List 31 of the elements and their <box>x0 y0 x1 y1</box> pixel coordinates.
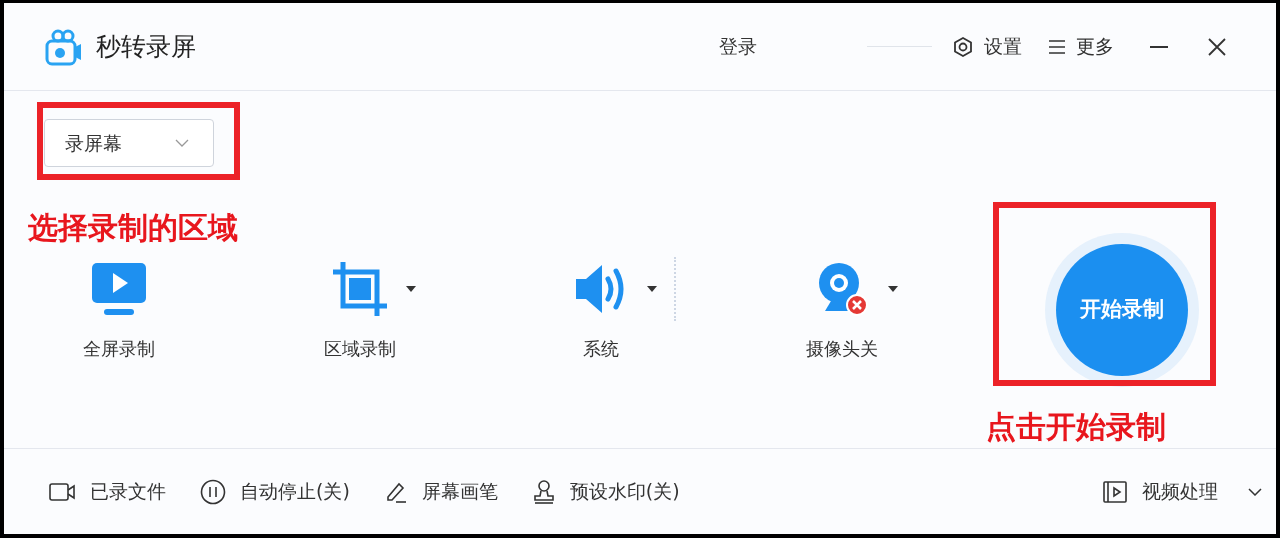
close-icon[interactable] <box>1208 37 1226 56</box>
toolbar-button[interactable]: 屏幕画笔 <box>383 477 498 506</box>
video-frame-icon <box>1102 479 1128 504</box>
toolbar-button[interactable]: 已录文件 <box>48 477 166 506</box>
annotation-text: 选择录制的区域 <box>28 209 238 247</box>
pause-icon <box>200 478 226 505</box>
tool-label[interactable]: 区域录制 <box>323 334 396 362</box>
more-button[interactable]: 更多 <box>1048 32 1114 61</box>
login-link[interactable]: 登录 <box>719 32 757 61</box>
settings-icon <box>952 35 974 58</box>
toolbar-button[interactable]: 预设水印(关) <box>531 477 680 506</box>
toolbar-button[interactable]: 自动停止(关) <box>200 477 350 506</box>
minimize-icon[interactable] <box>1150 44 1168 49</box>
menu-icon <box>1048 37 1066 56</box>
stamp-icon <box>531 478 556 505</box>
tool-label[interactable]: 全屏录制 <box>82 334 155 362</box>
caret-icon[interactable] <box>886 284 899 293</box>
mode-dropdown[interactable]: 录屏幕 <box>44 119 214 167</box>
settings-button[interactable]: 设置 <box>952 32 1022 61</box>
app-title: 秒转录屏 <box>96 30 196 63</box>
chevron-down-icon <box>175 139 189 147</box>
chevron-down-icon[interactable] <box>1248 487 1262 496</box>
toolbar-button[interactable]: 视频处理 <box>1102 477 1218 506</box>
crop-icon <box>330 259 389 318</box>
caret-icon[interactable] <box>404 284 417 293</box>
monitor-play-icon <box>89 260 148 317</box>
video-camera-icon <box>48 480 76 503</box>
tool-label[interactable]: 摄像头关 <box>805 334 878 362</box>
tool-label[interactable]: 系统 <box>582 334 619 362</box>
caret-icon[interactable] <box>645 284 658 293</box>
annotation-text: 点击开始录制 <box>986 408 1166 446</box>
